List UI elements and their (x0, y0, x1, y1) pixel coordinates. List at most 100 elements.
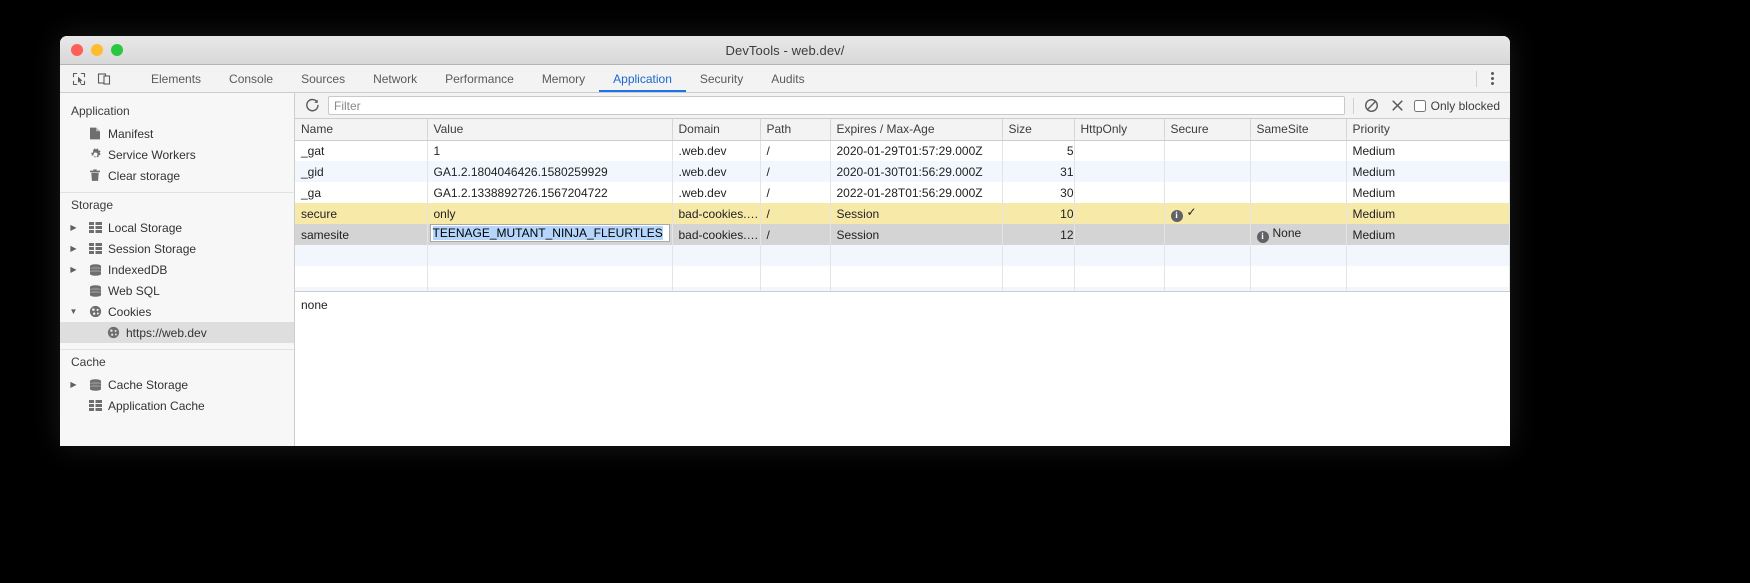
chevron-down-icon[interactable]: ▼ (69, 307, 78, 316)
cell-samesite[interactable]: i None (1250, 224, 1347, 245)
cell-path[interactable]: / (760, 140, 831, 161)
value-edit-box[interactable]: TEENAGE_MUTANT_NINJA_FLEURTLES (429, 224, 670, 242)
info-badge-icon[interactable]: i (1256, 230, 1269, 243)
chevron-right-icon[interactable]: ▶ (69, 380, 78, 389)
window-traffic-lights[interactable] (71, 44, 123, 56)
table-row[interactable]: secure only bad-cookies.g… / Session 10 … (295, 203, 1510, 224)
tab-elements[interactable]: Elements (137, 65, 215, 92)
cell-size[interactable]: 30 (1002, 182, 1075, 203)
cell-httponly[interactable] (1074, 224, 1165, 245)
sidebar-item-session-storage[interactable]: ▶ Session Storage (60, 238, 294, 259)
sidebar-item-application-cache[interactable]: Application Cache (60, 395, 294, 416)
column-header-priority[interactable]: Priority (1346, 119, 1510, 141)
cell-domain[interactable]: bad-cookies.g… (672, 203, 761, 224)
sidebar-item-cookies-web-dev[interactable]: https://web.dev (60, 322, 294, 343)
sidebar-item-cache-storage[interactable]: ▶ Cache Storage (60, 374, 294, 395)
cell-value[interactable]: GA1.2.1338892726.1567204722 (427, 182, 673, 203)
cell-expires[interactable]: 2020-01-29T01:57:29.000Z (830, 140, 1003, 161)
cell-httponly[interactable] (1074, 203, 1165, 224)
table-row[interactable]: _ga GA1.2.1338892726.1567204722 .web.dev… (295, 182, 1510, 203)
cell-priority[interactable]: Medium (1346, 161, 1510, 182)
column-header-domain[interactable]: Domain (672, 119, 761, 141)
sidebar-item-service-workers[interactable]: Service Workers (60, 144, 294, 165)
more-options-icon[interactable] (1485, 72, 1500, 85)
cell-httponly[interactable] (1074, 182, 1165, 203)
cookies-grid-scroll[interactable]: Name Value Domain Path Expires / Max-Age… (295, 119, 1510, 292)
cell-secure[interactable] (1164, 182, 1251, 203)
cell-expires[interactable]: Session (830, 203, 1003, 224)
column-header-name[interactable]: Name (295, 119, 428, 141)
column-header-path[interactable]: Path (760, 119, 831, 141)
cell-name[interactable]: samesite (295, 224, 428, 245)
cell-priority[interactable]: Medium (1346, 224, 1510, 245)
column-header-value[interactable]: Value (427, 119, 673, 141)
tab-memory[interactable]: Memory (528, 65, 599, 92)
cell-size[interactable]: 31 (1002, 161, 1075, 182)
sidebar-item-cookies[interactable]: ▼ Cookies (60, 301, 294, 322)
tab-console[interactable]: Console (215, 65, 287, 92)
cell-name[interactable]: _gat (295, 140, 428, 161)
column-header-expires[interactable]: Expires / Max-Age (830, 119, 1003, 141)
sidebar-item-web-sql[interactable]: Web SQL (60, 280, 294, 301)
clear-all-cookies-icon[interactable] (1362, 96, 1382, 116)
filter-input[interactable] (328, 96, 1345, 115)
tab-audits[interactable]: Audits (757, 65, 818, 92)
close-button[interactable] (71, 44, 83, 56)
only-blocked-checkbox[interactable] (1413, 99, 1426, 112)
device-toolbar-icon[interactable] (96, 71, 112, 87)
cell-size[interactable]: 10 (1002, 203, 1075, 224)
cell-expires[interactable]: 2020-01-30T01:56:29.000Z (830, 161, 1003, 182)
column-header-samesite[interactable]: SameSite (1250, 119, 1347, 141)
cell-name[interactable]: _ga (295, 182, 428, 203)
cell-priority[interactable]: Medium (1346, 182, 1510, 203)
column-header-size[interactable]: Size (1002, 119, 1075, 141)
cell-domain[interactable]: .web.dev (672, 140, 761, 161)
cell-samesite[interactable] (1250, 140, 1347, 161)
cell-samesite[interactable] (1250, 182, 1347, 203)
refresh-icon[interactable] (302, 96, 322, 116)
cell-expires[interactable]: 2022-01-28T01:56:29.000Z (830, 182, 1003, 203)
tab-performance[interactable]: Performance (431, 65, 528, 92)
table-row[interactable]: _gid GA1.2.1804046426.1580259929 .web.de… (295, 161, 1510, 182)
tab-security[interactable]: Security (686, 65, 757, 92)
only-blocked-checkbox-wrapper[interactable]: Only blocked (1413, 99, 1504, 113)
cell-domain[interactable]: .web.dev (672, 161, 761, 182)
sidebar-item-clear-storage[interactable]: Clear storage (60, 165, 294, 186)
cell-path[interactable]: / (760, 182, 831, 203)
cell-path[interactable]: / (760, 224, 831, 245)
cell-priority[interactable]: Medium (1346, 140, 1510, 161)
cell-path[interactable]: / (760, 203, 831, 224)
cell-samesite[interactable] (1250, 161, 1347, 182)
inspect-element-icon[interactable] (71, 71, 87, 87)
sidebar-item-indexeddb[interactable]: ▶ IndexedDB (60, 259, 294, 280)
chevron-right-icon[interactable]: ▶ (69, 223, 78, 232)
cell-samesite[interactable] (1250, 203, 1347, 224)
cell-domain[interactable]: .web.dev (672, 182, 761, 203)
tab-sources[interactable]: Sources (287, 65, 359, 92)
cell-httponly[interactable] (1074, 161, 1165, 182)
delete-selected-cookie-icon[interactable] (1388, 96, 1408, 116)
cell-value[interactable]: 1 (427, 140, 673, 161)
cell-secure[interactable] (1164, 224, 1251, 245)
cell-domain[interactable]: bad-cookies.g… (672, 224, 761, 245)
tab-network[interactable]: Network (359, 65, 431, 92)
chevron-right-icon[interactable]: ▶ (69, 244, 78, 253)
cell-priority[interactable]: Medium (1346, 203, 1510, 224)
cell-value-editing[interactable]: TEENAGE_MUTANT_NINJA_FLEURTLES (427, 224, 673, 245)
column-header-secure[interactable]: Secure (1164, 119, 1251, 141)
minimize-button[interactable] (91, 44, 103, 56)
cell-value[interactable]: only (427, 203, 673, 224)
cell-expires[interactable]: Session (830, 224, 1003, 245)
zoom-button[interactable] (111, 44, 123, 56)
cell-httponly[interactable] (1074, 140, 1165, 161)
table-row[interactable]: _gat 1 .web.dev / 2020-01-29T01:57:29.00… (295, 140, 1510, 161)
cell-name[interactable]: _gid (295, 161, 428, 182)
table-row[interactable]: samesite TEENAGE_MUTANT_NINJA_FLEURTLES … (295, 224, 1510, 245)
cell-path[interactable]: / (760, 161, 831, 182)
sidebar-item-manifest[interactable]: Manifest (60, 123, 294, 144)
cell-value[interactable]: GA1.2.1804046426.1580259929 (427, 161, 673, 182)
cell-secure[interactable] (1164, 161, 1251, 182)
column-header-httponly[interactable]: HttpOnly (1074, 119, 1165, 141)
tab-application[interactable]: Application (599, 65, 686, 92)
sidebar-item-local-storage[interactable]: ▶ Local Storage (60, 217, 294, 238)
